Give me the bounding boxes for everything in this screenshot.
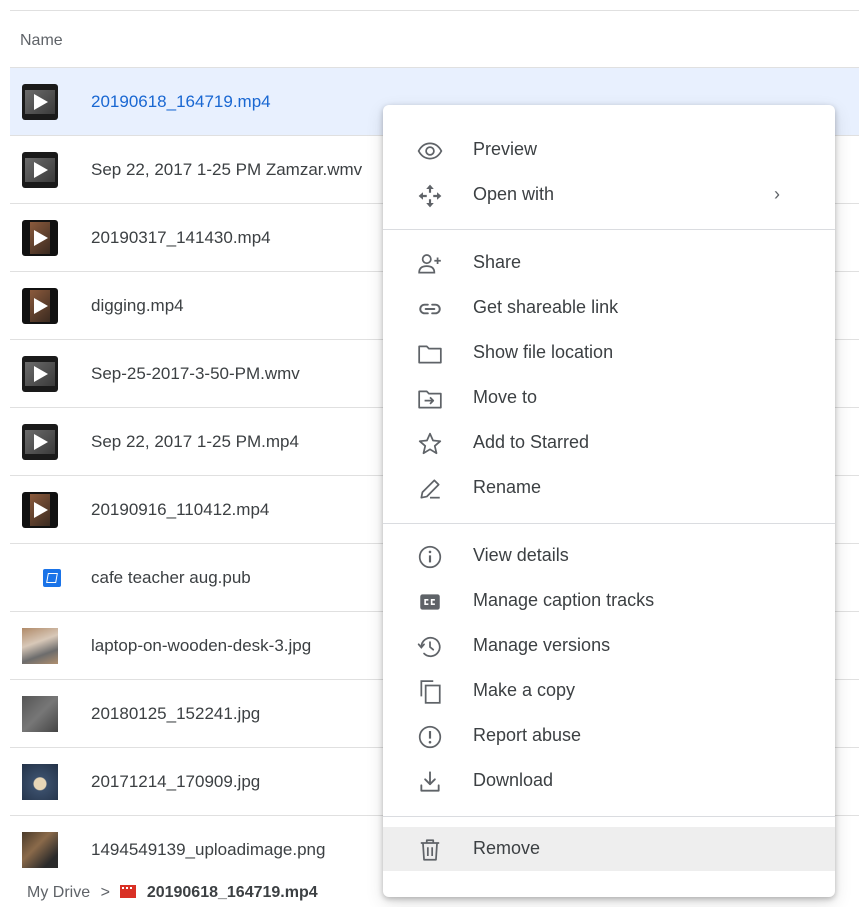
video-thumbnail-icon: [22, 356, 58, 392]
menu-item-label: Manage versions: [473, 635, 611, 655]
menu-item-move-to[interactable]: Move to: [383, 376, 835, 420]
image-thumbnail-icon: [22, 832, 58, 868]
menu-item-label: Make a copy: [473, 680, 576, 700]
file-name: 20180125_152241.jpg: [91, 704, 261, 723]
video-thumbnail-icon: [22, 220, 58, 256]
menu-divider: [383, 229, 835, 230]
top-divider: [10, 10, 859, 11]
report-icon: [417, 724, 443, 750]
chevron-right-icon: ›: [774, 184, 780, 204]
menu-item-show-file-location[interactable]: Show file location: [383, 331, 835, 375]
closed-caption-icon: [417, 589, 443, 615]
menu-item-label: Share: [473, 252, 522, 272]
menu-item-download[interactable]: Download: [383, 759, 835, 803]
menu-item-preview[interactable]: Preview: [383, 128, 835, 172]
file-name: Sep 22, 2017 1-25 PM Zamzar.wmv: [91, 160, 363, 179]
menu-item-label: Get shareable link: [473, 297, 619, 317]
file-name: digging.mp4: [91, 296, 184, 315]
menu-item-label: Add to Starred: [473, 432, 590, 452]
menu-item-label: View details: [473, 545, 569, 565]
move-arrows-icon: [417, 183, 443, 209]
video-thumbnail-icon: [22, 288, 58, 324]
breadcrumb-current-file[interactable]: 20190618_164719.mp4: [147, 884, 318, 901]
context-menu: Preview Open with › Share Get shareable …: [383, 105, 835, 897]
person-add-icon: [417, 251, 443, 277]
menu-divider: [383, 816, 835, 817]
menu-item-label: Remove: [473, 838, 541, 858]
column-header: Name: [10, 12, 859, 68]
menu-item-manage-caption-tracks[interactable]: Manage caption tracks: [383, 579, 835, 623]
menu-item-label: Manage caption tracks: [473, 590, 655, 610]
breadcrumb-my-drive[interactable]: My Drive: [27, 884, 90, 901]
menu-item-view-details[interactable]: View details: [383, 534, 835, 578]
folder-icon: [417, 341, 443, 367]
menu-item-label: Open with: [473, 184, 555, 204]
copy-icon: [417, 679, 443, 705]
menu-item-add-to-starred[interactable]: Add to Starred: [383, 421, 835, 465]
file-name: laptop-on-wooden-desk-3.jpg: [91, 636, 312, 655]
file-name: 20190317_141430.mp4: [91, 228, 271, 247]
menu-item-label: Move to: [473, 387, 538, 407]
menu-item-make-a-copy[interactable]: Make a copy: [383, 669, 835, 713]
file-name: cafe teacher aug.pub: [91, 568, 251, 587]
menu-item-rename[interactable]: Rename: [383, 466, 835, 510]
menu-divider: [383, 523, 835, 524]
menu-item-get-shareable-link[interactable]: Get shareable link: [383, 286, 835, 330]
video-thumbnail-icon: [22, 84, 58, 120]
menu-item-label: Report abuse: [473, 725, 582, 745]
image-thumbnail-icon: [22, 628, 58, 664]
menu-item-label: Rename: [473, 477, 542, 497]
folder-move-icon: [417, 386, 443, 412]
video-thumbnail-icon: [22, 492, 58, 528]
chevron-right-icon: >: [100, 884, 110, 901]
menu-item-share[interactable]: Share: [383, 241, 835, 285]
file-name: Sep-25-2017-3-50-PM.wmv: [91, 364, 300, 383]
publisher-file-icon: [43, 569, 61, 587]
breadcrumb: My Drive > 20190618_164719.mp4: [27, 884, 318, 902]
menu-item-remove[interactable]: Remove: [383, 827, 835, 871]
menu-item-report-abuse[interactable]: Report abuse: [383, 714, 835, 758]
file-name: 20190618_164719.mp4: [91, 92, 271, 111]
name-column-header[interactable]: Name: [20, 32, 63, 50]
download-icon: [417, 769, 443, 795]
video-file-icon: [120, 885, 137, 898]
file-name: 1494549139_uploadimage.png: [91, 840, 326, 859]
info-icon: [417, 544, 443, 570]
file-name: 20190916_110412.mp4: [91, 500, 270, 519]
pencil-icon: [417, 476, 443, 502]
file-name: Sep 22, 2017 1-25 PM.mp4: [91, 432, 299, 451]
video-thumbnail-icon: [22, 152, 58, 188]
image-thumbnail-icon: [22, 696, 58, 732]
eye-icon: [417, 138, 443, 164]
history-icon: [417, 634, 443, 660]
menu-item-label: Download: [473, 770, 554, 790]
menu-item-manage-versions[interactable]: Manage versions: [383, 624, 835, 668]
file-name: 20171214_170909.jpg: [91, 772, 261, 791]
video-thumbnail-icon: [22, 424, 58, 460]
menu-item-label: Preview: [473, 139, 538, 159]
link-icon: [417, 296, 443, 322]
star-icon: [417, 431, 443, 457]
image-thumbnail-icon: [22, 764, 58, 800]
menu-item-label: Show file location: [473, 342, 614, 362]
trash-icon: [417, 837, 443, 863]
menu-item-open-with[interactable]: Open with ›: [383, 173, 835, 217]
